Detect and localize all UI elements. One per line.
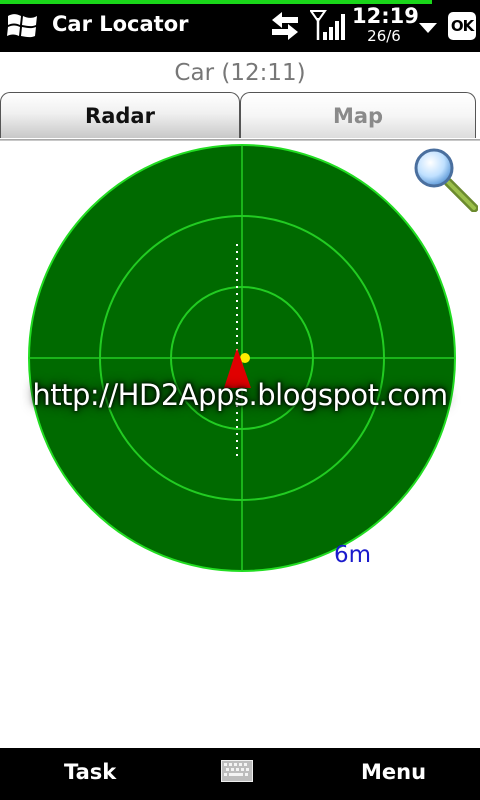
keyboard-icon[interactable] [221,760,253,782]
tab-map[interactable]: Map [240,92,476,138]
watermark-text: http://HD2Apps.blogspot.com [32,378,448,412]
clock-date: 26/6 [367,27,401,45]
tab-map-label: Map [332,103,384,128]
menu-bar: Task Menu [0,748,480,800]
search-icon[interactable] [412,146,478,212]
dropdown-arrow-icon[interactable] [418,22,438,34]
sync-icon [272,12,298,40]
tab-radar-label: Radar [85,103,155,128]
app-title: Car Locator [52,12,189,36]
ok-button[interactable]: OK [448,12,476,40]
signal-icon [310,10,345,40]
task-softkey[interactable]: Task [64,760,116,784]
location-subtitle: Car (12:11) [174,60,306,86]
tab-radar[interactable]: Radar [0,92,240,138]
menu-softkey[interactable]: Menu [361,760,426,784]
windows-start-icon[interactable] [6,10,40,42]
radar-display[interactable] [0,140,480,580]
tab-strip: Radar Map [0,92,480,142]
clock[interactable]: 12:19 26/6 [352,4,419,45]
clock-time: 12:19 [352,4,419,28]
title-bar: Car Locator 12:19 26/6 OK [0,0,480,52]
radar-scale-label: 6m [334,542,372,568]
